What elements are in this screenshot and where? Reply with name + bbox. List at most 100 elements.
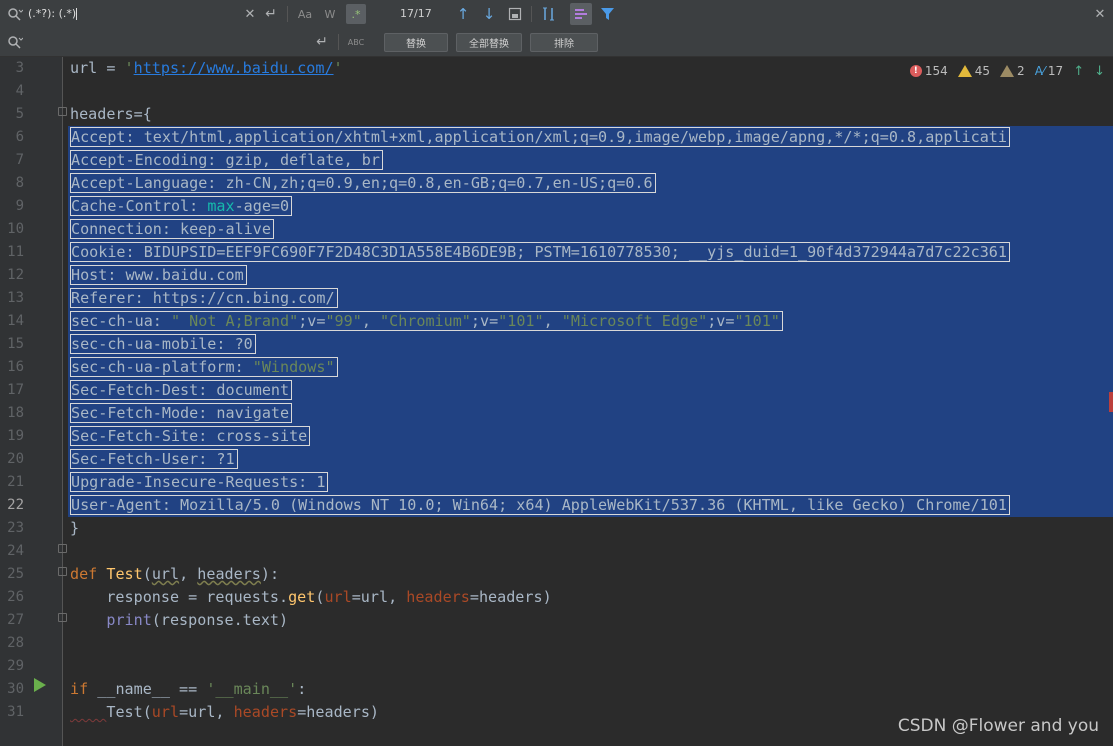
match-box: sec-ch-ua-platform: "Windows"	[70, 357, 338, 377]
code-line: Sec-Fetch-Mode: navigate	[64, 402, 1113, 425]
weak-warning-count[interactable]: 2	[1000, 64, 1025, 78]
regex-toggle[interactable]: .*	[346, 4, 366, 24]
code-text: ;v=	[298, 312, 326, 330]
keyword: if	[70, 680, 98, 698]
code-text: =url,	[351, 588, 407, 606]
string: "Windows"	[252, 358, 335, 376]
line-number: 5	[15, 106, 24, 122]
code-text: max	[207, 197, 235, 215]
code-line: def Test(url, headers):	[64, 563, 1113, 586]
replace-row: ↵ ABC 替换 全部替换 排除	[0, 28, 1113, 56]
parameter: headers	[197, 565, 261, 583]
line-number: 17	[7, 382, 24, 398]
code-line: Connection: keep-alive	[64, 218, 1113, 241]
code-text: ):	[260, 565, 280, 583]
error-icon: !	[909, 65, 922, 77]
match-box: sec-ch-ua: " Not A;Brand";v="99", "Chrom…	[70, 311, 783, 331]
replace-history-icon[interactable]	[6, 33, 24, 51]
match-case-toggle[interactable]: Aa	[295, 4, 315, 24]
code-line: Accept: text/html,application/xhtml+xml,…	[64, 126, 1113, 149]
preserve-case-toggle[interactable]: ABC	[346, 32, 366, 52]
code-text: (response.text)	[151, 611, 289, 629]
match-box: Accept-Encoding: gzip, deflate, br	[70, 150, 383, 170]
line-number: 3	[15, 60, 24, 76]
match-box: sec-ch-ua-mobile: ?0	[70, 334, 256, 354]
match-box: Sec-Fetch-User: ?1	[70, 449, 238, 469]
search-history-icon[interactable]	[6, 5, 24, 23]
match-box: Connection: keep-alive	[70, 219, 274, 239]
inspection-widget[interactable]: ! 154 45 2 A⁄ 17 ↑ ↓	[905, 62, 1105, 80]
parameter: url	[151, 565, 180, 583]
code-line: Sec-Fetch-Dest: document	[64, 379, 1113, 402]
filter-icon[interactable]	[598, 5, 616, 23]
close-icon[interactable]: ✕	[1092, 5, 1108, 23]
search-query: (.*?): (.*)	[28, 7, 77, 20]
string-quote: '	[333, 59, 343, 77]
string-quote: '	[124, 59, 134, 77]
line-number: 27	[7, 612, 24, 628]
select-all-occurrences-icon[interactable]	[506, 5, 524, 23]
previous-problem-icon[interactable]: ↑	[1073, 64, 1084, 79]
error-count-value: 154	[924, 64, 948, 78]
next-problem-icon[interactable]: ↓	[1094, 64, 1105, 79]
string: "Microsoft Edge"	[561, 312, 708, 330]
code-text: ;v=	[470, 312, 499, 330]
line-number-gutter[interactable]: 3 4 5 6 7 8 9 10 11 12 13 14 15 16 17 18…	[0, 57, 67, 746]
line-number: 11	[7, 244, 24, 260]
line-number: 23	[7, 520, 24, 536]
line-number: 18	[7, 405, 24, 421]
function-name: Test	[106, 565, 143, 583]
code-editor[interactable]: url = 'https://www.baidu.com/' headers={…	[64, 57, 1113, 746]
watermark: CSDN @Flower and you	[897, 716, 1099, 736]
in-selection-icon[interactable]	[570, 3, 592, 25]
keyword-argument: headers	[406, 588, 470, 606]
new-line-icon[interactable]: ↵	[313, 33, 331, 51]
match-box: Cookie: BIDUPSID=EEF9FC690F7F2D48C3D1A55…	[70, 242, 1010, 262]
previous-occurrence-icon[interactable]: ↑	[454, 5, 472, 23]
run-icon[interactable]	[34, 678, 46, 692]
url-link[interactable]: https://www.baidu.com/	[134, 59, 334, 77]
typo-count[interactable]: A⁄ 17	[1035, 64, 1064, 78]
line-number: 21	[7, 474, 24, 490]
divider	[287, 6, 288, 22]
weak-warning-icon	[1000, 65, 1015, 77]
code-line: Sec-Fetch-Site: cross-site	[64, 425, 1113, 448]
multiline-icon[interactable]	[540, 5, 558, 23]
weak-warning-count-value: 2	[1017, 64, 1025, 78]
replace-button[interactable]: 替换	[384, 33, 448, 52]
match-box: Accept-Language: zh-CN,zh;q=0.9,en;q=0.8…	[70, 173, 656, 193]
replace-input[interactable]	[28, 32, 308, 52]
code-line: Accept-Encoding: gzip, deflate, br	[64, 149, 1113, 172]
next-occurrence-icon[interactable]: ↓	[480, 5, 498, 23]
clear-search-icon[interactable]: ✕	[242, 5, 258, 23]
line-number: 29	[7, 658, 24, 674]
code-text: ,	[361, 312, 381, 330]
match-box: Sec-Fetch-Site: cross-site	[70, 426, 311, 446]
match-box: User-Agent: Mozilla/5.0 (Windows NT 10.0…	[70, 495, 1010, 515]
exclude-button[interactable]: 排除	[530, 33, 598, 52]
match-box: Cache-Control: max-age=0	[70, 196, 293, 216]
code-line: headers={	[64, 103, 1113, 126]
string: "Chromium"	[380, 312, 471, 330]
error-stripe-mark[interactable]	[1109, 392, 1113, 412]
string: '__main__'	[206, 680, 298, 698]
line-number: 19	[7, 428, 24, 444]
match-box: Upgrade-Insecure-Requests: 1	[70, 472, 329, 492]
line-number: 26	[7, 589, 24, 605]
new-line-icon[interactable]: ↵	[262, 5, 280, 23]
line-number: 10	[7, 221, 24, 237]
divider	[338, 34, 339, 50]
line-number: 9	[15, 198, 24, 214]
code-text: headers={	[70, 105, 152, 123]
replace-all-button[interactable]: 全部替换	[456, 33, 522, 52]
line-number: 30	[7, 681, 24, 697]
line-number: 15	[7, 336, 24, 352]
code-line: Cache-Control: max-age=0	[64, 195, 1113, 218]
line-number: 28	[7, 635, 24, 651]
warning-count[interactable]: 45	[957, 64, 990, 78]
error-count[interactable]: ! 154	[909, 64, 948, 78]
code-text: __name__ ==	[97, 680, 207, 698]
words-toggle[interactable]: W	[320, 4, 340, 24]
keyword-argument: url	[151, 703, 180, 721]
